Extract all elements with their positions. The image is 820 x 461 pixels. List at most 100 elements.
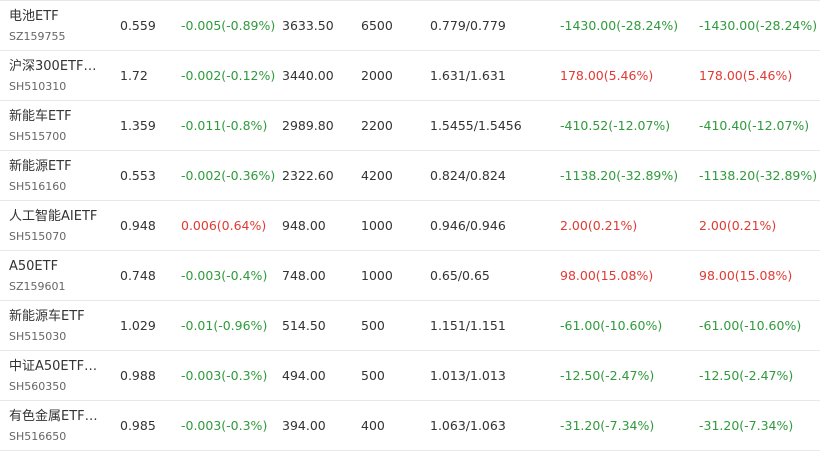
market-value: 2989.80 [282, 118, 334, 133]
position-quantity: 2000 [361, 68, 393, 83]
market-value: 948.00 [282, 218, 326, 233]
position-quantity: 400 [361, 418, 385, 433]
last-price: 1.029 [120, 318, 156, 333]
price-change: -0.01(-0.96%) [181, 318, 268, 333]
security-cell: 中证A50ETF… SH560350 [9, 351, 114, 400]
position-quantity: 1000 [361, 218, 393, 233]
position-quantity: 500 [361, 318, 385, 333]
position-pnl: -410.52(-12.07%) [560, 118, 671, 133]
market-value: 514.50 [282, 318, 326, 333]
security-cell: 人工智能AIETF SH515070 [9, 201, 114, 250]
cost-price: 0.779/0.779 [430, 18, 506, 33]
position-pnl: -31.20(-7.34%) [560, 418, 655, 433]
security-code: SH510310 [9, 79, 67, 93]
position-pnl: -61.00(-10.60%) [560, 318, 663, 333]
market-value: 394.00 [282, 418, 326, 433]
floating-pnl: 178.00(5.46%) [699, 68, 793, 83]
position-pnl: -1430.00(-28.24%) [560, 18, 679, 33]
last-price: 0.988 [120, 368, 156, 383]
table-row[interactable]: 人工智能AIETF SH515070 0.948 0.006(0.64%) 94… [0, 201, 820, 251]
floating-pnl: -31.20(-7.34%) [699, 418, 794, 433]
security-name[interactable]: 中证A50ETF… [9, 358, 97, 375]
market-value: 2322.60 [282, 168, 334, 183]
security-code: SH560350 [9, 379, 67, 393]
security-name[interactable]: 新能车ETF [9, 108, 72, 125]
security-name[interactable]: 新能源ETF [9, 158, 72, 175]
table-row[interactable]: 新能源车ETF SH515030 1.029 -0.01(-0.96%) 514… [0, 301, 820, 351]
price-change: -0.011(-0.8%) [181, 118, 268, 133]
position-quantity: 1000 [361, 268, 393, 283]
security-cell: 新能源ETF SH516160 [9, 151, 114, 200]
last-price: 1.72 [120, 68, 148, 83]
last-price: 0.559 [120, 18, 156, 33]
cost-price: 1.063/1.063 [430, 418, 506, 433]
floating-pnl: -1138.20(-32.89%) [699, 168, 818, 183]
security-name[interactable]: 人工智能AIETF [9, 208, 97, 225]
position-quantity: 2200 [361, 118, 393, 133]
price-change: -0.003(-0.3%) [181, 418, 268, 433]
cost-price: 0.946/0.946 [430, 218, 506, 233]
security-cell: 沪深300ETF… SH510310 [9, 51, 114, 100]
cost-price: 0.65/0.65 [430, 268, 490, 283]
last-price: 0.553 [120, 168, 156, 183]
position-quantity: 6500 [361, 18, 393, 33]
market-value: 3633.50 [282, 18, 334, 33]
table-row[interactable]: 新能源ETF SH516160 0.553 -0.002(-0.36%) 232… [0, 151, 820, 201]
security-name[interactable]: A50ETF [9, 258, 58, 275]
position-pnl: 2.00(0.21%) [560, 218, 638, 233]
cost-price: 1.013/1.013 [430, 368, 506, 383]
price-change: -0.002(-0.36%) [181, 168, 276, 183]
price-change: 0.006(0.64%) [181, 218, 267, 233]
market-value: 3440.00 [282, 68, 334, 83]
security-code: SH515070 [9, 229, 67, 243]
table-row[interactable]: A50ETF SZ159601 0.748 -0.003(-0.4%) 748.… [0, 251, 820, 301]
table-row[interactable]: 电池ETF SZ159755 0.559 -0.005(-0.89%) 3633… [0, 0, 820, 51]
price-change: -0.005(-0.89%) [181, 18, 276, 33]
table-row[interactable]: 沪深300ETF… SH510310 1.72 -0.002(-0.12%) 3… [0, 51, 820, 101]
security-name[interactable]: 新能源车ETF [9, 308, 85, 325]
table-row[interactable]: 新能车ETF SH515700 1.359 -0.011(-0.8%) 2989… [0, 101, 820, 151]
cost-price: 0.824/0.824 [430, 168, 506, 183]
security-code: SH516160 [9, 179, 67, 193]
security-code: SH515030 [9, 329, 67, 343]
position-quantity: 500 [361, 368, 385, 383]
position-pnl: 98.00(15.08%) [560, 268, 654, 283]
floating-pnl: -12.50(-2.47%) [699, 368, 794, 383]
last-price: 1.359 [120, 118, 156, 133]
holdings-rows: 电池ETF SZ159755 0.559 -0.005(-0.89%) 3633… [0, 0, 820, 451]
market-value: 494.00 [282, 368, 326, 383]
floating-pnl: 98.00(15.08%) [699, 268, 793, 283]
floating-pnl: -1430.00(-28.24%) [699, 18, 818, 33]
holdings-table: 电池ETF SZ159755 0.559 -0.005(-0.89%) 3633… [0, 0, 820, 451]
price-change: -0.002(-0.12%) [181, 68, 276, 83]
floating-pnl: 2.00(0.21%) [699, 218, 777, 233]
price-change: -0.003(-0.3%) [181, 368, 268, 383]
security-cell: 有色金属ETF… SH516650 [9, 401, 114, 450]
cost-price: 1.151/1.151 [430, 318, 506, 333]
last-price: 0.985 [120, 418, 156, 433]
market-value: 748.00 [282, 268, 326, 283]
table-row[interactable]: 中证A50ETF… SH560350 0.988 -0.003(-0.3%) 4… [0, 351, 820, 401]
security-code: SH515700 [9, 129, 67, 143]
position-quantity: 4200 [361, 168, 393, 183]
security-name[interactable]: 沪深300ETF… [9, 58, 96, 75]
position-pnl: 178.00(5.46%) [560, 68, 654, 83]
position-pnl: -1138.20(-32.89%) [560, 168, 679, 183]
security-cell: A50ETF SZ159601 [9, 251, 114, 300]
security-code: SZ159601 [9, 279, 66, 293]
table-row[interactable]: 有色金属ETF… SH516650 0.985 -0.003(-0.3%) 39… [0, 401, 820, 451]
security-code: SH516650 [9, 429, 67, 443]
last-price: 0.948 [120, 218, 156, 233]
security-cell: 新能源车ETF SH515030 [9, 301, 114, 350]
cost-price: 1.5455/1.5456 [430, 118, 522, 133]
security-code: SZ159755 [9, 29, 66, 43]
last-price: 0.748 [120, 268, 156, 283]
security-name[interactable]: 电池ETF [9, 8, 59, 25]
floating-pnl: -410.40(-12.07%) [699, 118, 810, 133]
position-pnl: -12.50(-2.47%) [560, 368, 655, 383]
security-cell: 新能车ETF SH515700 [9, 101, 114, 150]
security-name[interactable]: 有色金属ETF… [9, 408, 98, 425]
floating-pnl: -61.00(-10.60%) [699, 318, 802, 333]
price-change: -0.003(-0.4%) [181, 268, 268, 283]
security-cell: 电池ETF SZ159755 [9, 1, 114, 50]
